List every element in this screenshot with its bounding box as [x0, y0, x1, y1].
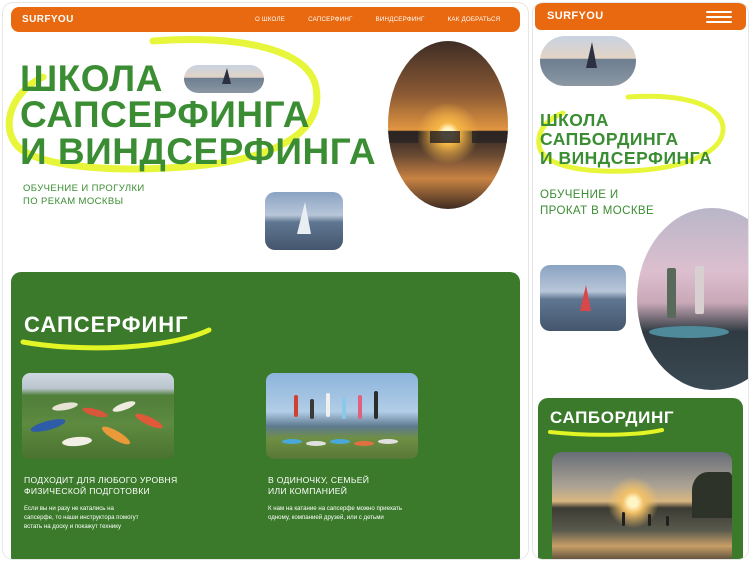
- hero-subtitle-line: ПРОКАТ В МОСКВЕ: [540, 205, 655, 218]
- card-text: К нам на катание на сапсерфе можно приех…: [268, 504, 448, 522]
- supsurfing-section: САПСЕРФИНГ ПОДХОДИТ ДЛЯ ЛЮБОГО УРОВНЯ ФИ…: [11, 272, 520, 559]
- mobile-page-preview: SURFYOU ШКОЛА САПБОРДИНГА И ВИНДСЕРФИНГА…: [533, 3, 748, 559]
- group-jumping-photo: [266, 373, 418, 459]
- card-heading-line: ФИЗИЧЕСКОЙ ПОДГОТОВКИ: [24, 486, 151, 497]
- card-heading-line: В ОДИНОЧКУ, СЕМЬЕЙ: [268, 475, 370, 485]
- hero-title-line: САПБОРДИНГА: [540, 128, 679, 149]
- nav-link-directions[interactable]: КАК ДОБРАТЬСЯ: [448, 16, 501, 23]
- card-heading-line: ИЛИ КОМПАНИЕЙ: [268, 486, 348, 497]
- hero-title-line: И ВИНДСЕРФИНГА: [540, 147, 713, 168]
- hero-subtitle: ОБУЧЕНИЕ И ПРОГУЛКИ ПО РЕКАМ МОСКВЫ: [23, 183, 145, 209]
- windsurf-pill-photo: [540, 36, 636, 86]
- hero-subtitle: ОБУЧЕНИЕ И ПРОКАТ В МОСКВЕ: [540, 187, 654, 220]
- windsurf-photo: [540, 265, 626, 331]
- sunset-oval-photo: [388, 41, 508, 209]
- section-title: САПСЕРФИНГ: [24, 312, 189, 337]
- card-text-line: сапсерфе, то наши инструктора помогут: [24, 514, 139, 522]
- hero-title-line: САПСЕРФИНГА: [20, 94, 310, 136]
- mobile-header: SURFYOU: [535, 3, 746, 30]
- desktop-page-preview: SURFYOU О ШКОЛЕ САПСЕРФИНГ ВИНДСЕРФИНГ К…: [3, 3, 528, 559]
- nav-link-about[interactable]: О ШКОЛЕ: [255, 16, 285, 23]
- card-heading-line: ПОДХОДИТ ДЛЯ ЛЮБОГО УРОВНЯ: [24, 475, 178, 485]
- card-text: Если вы ни разу не катались на сапсерфе,…: [24, 504, 194, 531]
- card-text-line: Если вы ни разу не катались на: [24, 505, 114, 512]
- nav-link-windsurfing[interactable]: ВИНДСЕРФИНГ: [376, 16, 425, 23]
- hero-title-line: И ВИНДСЕРФИНГА: [20, 130, 377, 172]
- boards-on-grass-photo: [22, 373, 174, 459]
- brand-logo[interactable]: SURFYOU: [22, 14, 74, 25]
- card-heading: В ОДИНОЧКУ, СЕМЬЕЙ ИЛИ КОМПАНИЕЙ: [268, 475, 438, 498]
- section-title: САПБОРДИНГ: [550, 408, 675, 427]
- site-header: SURFYOU О ШКОЛЕ САПСЕРФИНГ ВИНДСЕРФИНГ К…: [11, 7, 520, 32]
- windsurf-photo: [265, 192, 343, 250]
- card-text-line: встать на доску и покажут технику: [24, 523, 121, 531]
- supboarding-section: САПБОРДИНГ: [538, 398, 743, 559]
- windsurf-pill-photo: [184, 65, 264, 93]
- nav-link-supsurfing[interactable]: САПСЕРФИНГ: [308, 16, 352, 23]
- menu-icon[interactable]: [706, 11, 732, 23]
- card-text-line: К нам на катание на сапсерфе можно приех…: [268, 505, 403, 512]
- hero-subtitle-line: ПО РЕКАМ МОСКВЫ: [23, 195, 124, 207]
- hero-title: ШКОЛА САПБОРДИНГА И ВИНДСЕРФИНГА: [540, 111, 712, 168]
- hero-subtitle-line: ОБУЧЕНИЕ И: [540, 189, 619, 201]
- paddleboard-oval-photo: [637, 208, 748, 390]
- hero-title-line: ШКОЛА: [540, 110, 609, 130]
- evening-paddle-photo: [552, 452, 732, 559]
- brand-logo[interactable]: SURFYOU: [547, 10, 604, 22]
- card-text-line: одному, компанией друзей, или с детьми: [268, 514, 384, 522]
- hero-subtitle-line: ОБУЧЕНИЕ И ПРОГУЛКИ: [23, 183, 145, 194]
- main-nav: О ШКОЛЕ САПСЕРФИНГ ВИНДСЕРФИНГ КАК ДОБРА…: [255, 16, 500, 23]
- card-heading: ПОДХОДИТ ДЛЯ ЛЮБОГО УРОВНЯ ФИЗИЧЕСКОЙ ПО…: [24, 475, 194, 498]
